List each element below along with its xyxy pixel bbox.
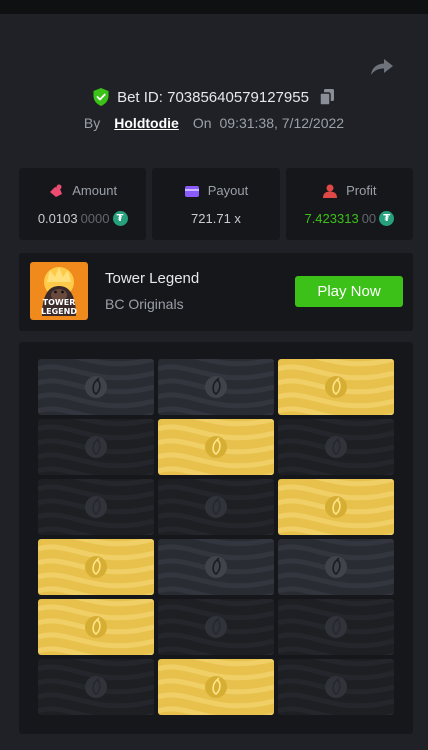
payout-icon — [184, 185, 199, 197]
tower-tile-hidden[interactable] — [38, 359, 154, 415]
mango-icon — [325, 676, 347, 698]
mango-icon — [325, 496, 347, 518]
tower-tile-picked[interactable] — [278, 359, 394, 415]
mango-icon — [325, 376, 347, 398]
stat-profit: Profit 7.423313 00 ₮ — [285, 168, 413, 240]
bet-timestamp: 09:31:38, 7/12/2022 — [219, 115, 345, 131]
share-icon[interactable] — [370, 57, 394, 77]
on-label: On — [192, 115, 212, 131]
mango-icon — [325, 616, 347, 638]
tower-tile-picked[interactable] — [38, 599, 154, 655]
mango-icon — [85, 616, 107, 638]
mango-icon — [205, 556, 227, 578]
tower-grid — [38, 359, 395, 715]
mango-icon — [85, 436, 107, 458]
stat-amount: Amount 0.0103 0000 ₮ — [19, 168, 147, 240]
tower-tile-dark[interactable] — [278, 599, 394, 655]
tower-tile-dark[interactable] — [38, 659, 154, 715]
tower-tile-picked[interactable] — [158, 419, 274, 475]
play-now-button[interactable]: Play Now — [295, 276, 403, 307]
tower-tile-picked[interactable] — [158, 659, 274, 715]
tower-tile-dark[interactable] — [158, 599, 274, 655]
tower-tile-hidden[interactable] — [158, 359, 274, 415]
mango-icon — [85, 376, 107, 398]
stat-profit-value: 7.423313 — [304, 210, 359, 226]
verified-shield-icon — [93, 88, 109, 106]
tower-tile-dark[interactable] — [278, 419, 394, 475]
tower-tile-dark[interactable] — [278, 659, 394, 715]
mango-icon — [205, 436, 227, 458]
stat-payout-value: 721.71 x — [191, 210, 241, 226]
mango-icon — [325, 436, 347, 458]
game-title: Tower Legend — [105, 270, 200, 287]
mango-icon — [325, 556, 347, 578]
amount-icon — [50, 184, 63, 197]
mango-icon — [205, 376, 227, 398]
game-provider: BC Originals — [105, 296, 184, 312]
mango-icon — [205, 616, 227, 638]
tether-icon: ₮ — [379, 210, 395, 226]
tower-tile-hidden[interactable] — [278, 539, 394, 595]
profit-icon — [323, 184, 338, 198]
stat-payout: Payout 721.71 x — [152, 168, 280, 240]
username-link[interactable]: Holdtodie — [114, 115, 179, 131]
tower-board — [19, 342, 413, 734]
game-thumb-text-1: TOWER — [43, 298, 76, 307]
stat-amount-value: 0.0103 — [37, 210, 78, 226]
bet-meta-row: By Holdtodie On 09:31:38, 7/12/2022 — [0, 113, 428, 133]
bet-stats: Amount 0.0103 0000 ₮ Payout 721.71 x Prof… — [19, 168, 413, 240]
top-bar — [0, 0, 428, 14]
stat-payout-label: Payout — [207, 183, 249, 198]
tower-tile-dark[interactable] — [158, 479, 274, 535]
tether-icon: ₮ — [112, 210, 128, 226]
game-card: TOWER LEGEND Tower Legend BC Originals P… — [19, 253, 413, 331]
bet-id-row: Bet ID: 70385640579127955 — [0, 86, 428, 108]
by-label: By — [83, 115, 101, 131]
stat-amount-value-trailing: 0000 — [80, 210, 110, 226]
mango-icon — [205, 496, 227, 518]
mango-icon — [85, 556, 107, 578]
tower-tile-picked[interactable] — [278, 479, 394, 535]
tower-tile-dark[interactable] — [38, 479, 154, 535]
mango-icon — [85, 676, 107, 698]
mango-icon — [205, 676, 227, 698]
stat-amount-label: Amount — [72, 183, 118, 198]
game-thumb-text-2: LEGEND — [41, 307, 77, 316]
stat-profit-label: Profit — [346, 183, 377, 198]
tower-tile-picked[interactable] — [38, 539, 154, 595]
game-thumbnail[interactable]: TOWER LEGEND — [30, 262, 88, 320]
tower-tile-hidden[interactable] — [158, 539, 274, 595]
stat-profit-value-trailing: 00 — [361, 210, 377, 226]
tower-tile-dark[interactable] — [38, 419, 154, 475]
copy-icon[interactable] — [319, 88, 335, 106]
bet-id: Bet ID: 70385640579127955 — [117, 88, 309, 106]
mango-icon — [85, 496, 107, 518]
